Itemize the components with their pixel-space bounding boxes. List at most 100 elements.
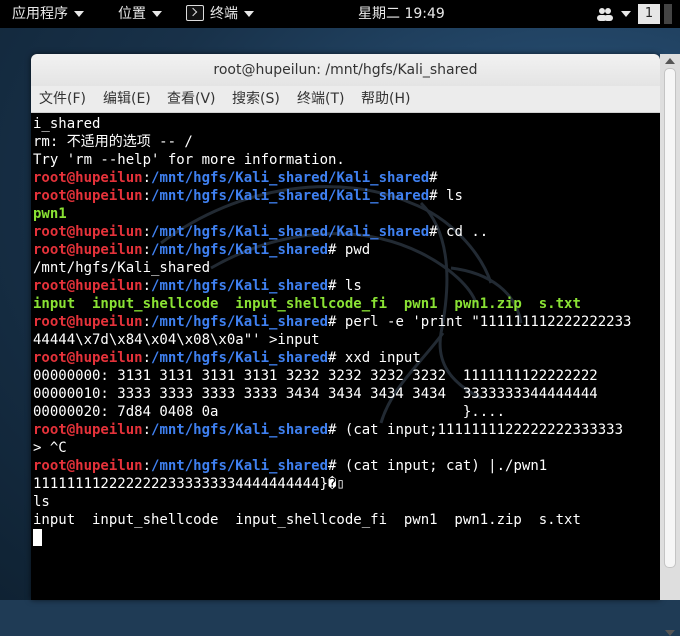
terminal-text: Try 'rm --help' for more information. [33, 152, 345, 168]
chevron-down-icon [74, 11, 84, 17]
applications-menu[interactable]: 应用程序 [12, 0, 84, 28]
chevron-down-icon [244, 11, 254, 17]
terminal-text: : [142, 350, 152, 366]
terminal-text: root@hupeilun [33, 242, 143, 258]
terminal-text: /mnt/hgfs/Kali_shared [151, 458, 329, 474]
terminal-text: 00000000: 3131 3131 3131 3131 3232 3232 … [33, 368, 598, 384]
terminal-text: : [142, 188, 152, 204]
terminal-text: /mnt/hgfs/Kali_shared [151, 422, 329, 438]
terminal-scrollbar[interactable] [660, 54, 680, 636]
terminal-text: root@hupeilun [33, 278, 143, 294]
terminal-line: /mnt/hgfs/Kali_shared [33, 259, 210, 277]
users-icon [597, 8, 613, 21]
terminal-text: 44444\x7d\x84\x04\x08\x0a"' >input [33, 332, 320, 348]
terminal-app-menu[interactable]: 终端 [186, 0, 254, 28]
menu-terminal[interactable]: 终端(T) [297, 86, 344, 112]
scroll-up-icon[interactable] [665, 58, 675, 64]
terminal-line: root@hupeilun:/mnt/hgfs/Kali_shared# per… [33, 313, 631, 331]
terminal-text: # (cat input;1111111122222222333333 [328, 422, 624, 438]
terminal-text: root@hupeilun [33, 350, 143, 366]
terminal-line: root@hupeilun:/mnt/hgfs/Kali_shared# ls [33, 277, 362, 295]
terminal-line: input input_shellcode input_shellcode_fi… [33, 295, 581, 313]
terminal-text: /mnt/hgfs/Kali_shared [151, 350, 329, 366]
terminal-icon [186, 5, 204, 21]
volume-control[interactable] [620, 0, 632, 28]
window-titlebar[interactable]: root@hupeilun: /mnt/hgfs/Kali_shared [31, 54, 660, 86]
menu-search[interactable]: 搜索(S) [232, 86, 280, 112]
terminal-text: pwn1 [33, 206, 67, 222]
terminal-text: /mnt/hgfs/Kali_shared/Kali_shared [151, 224, 430, 240]
clock[interactable]: 星期二 19:49 [358, 0, 445, 28]
terminal-text: # xxd input [328, 350, 421, 366]
terminal-line: input input_shellcode input_shellcode_fi… [33, 511, 581, 529]
terminal-line: root@hupeilun:/mnt/hgfs/Kali_shared/Kali… [33, 169, 438, 187]
top-panel: 应用程序 位置 终端 星期二 19:49 1 [0, 0, 680, 28]
terminal-text: > ^C [33, 440, 67, 456]
terminal-text: : [142, 422, 152, 438]
terminal-text: # cd .. [429, 224, 489, 240]
menu-edit[interactable]: 编辑(E) [103, 86, 151, 112]
terminal-text: : [142, 224, 152, 240]
terminal-text: root@hupeilun [33, 314, 143, 330]
applications-label: 应用程序 [12, 6, 68, 22]
terminal-line: pwn1 [33, 205, 67, 223]
terminal-text: : [142, 278, 152, 294]
menu-help[interactable]: 帮助(H) [361, 86, 410, 112]
terminal-text: ls [33, 494, 50, 510]
terminal-text: # [429, 170, 438, 186]
terminal-text: rm: 不适用的选项 -- / [33, 134, 193, 150]
terminal-text: 1111111122222222333333334444444444}�▯ [33, 476, 345, 492]
terminal-text: : [142, 170, 152, 186]
terminal-text: root@hupeilun [33, 224, 143, 240]
terminal-text: /mnt/hgfs/Kali_shared [151, 314, 329, 330]
terminal-text: # ls [429, 188, 463, 204]
terminal-line: root@hupeilun:/mnt/hgfs/Kali_shared# (ca… [33, 421, 623, 439]
terminal-text: # perl -e 'print "111111112222222233 [328, 314, 632, 330]
terminal-text: : [142, 314, 152, 330]
chevron-down-icon [152, 11, 162, 17]
terminal-text: root@hupeilun [33, 458, 143, 474]
chevron-down-icon [621, 11, 631, 17]
terminal-text: : [142, 458, 152, 474]
terminal-line: root@hupeilun:/mnt/hgfs/Kali_shared# xxd… [33, 349, 421, 367]
terminal-text: /mnt/hgfs/Kali_shared [151, 278, 329, 294]
terminal-text: root@hupeilun [33, 188, 143, 204]
menu-view[interactable]: 查看(V) [167, 86, 216, 112]
terminal-text: input input_shellcode input_shellcode_fi… [33, 296, 581, 312]
terminal-text: root@hupeilun [33, 170, 143, 186]
terminal-line: 44444\x7d\x84\x04\x08\x0a"' >input [33, 331, 320, 349]
terminal-text: 00000010: 3333 3333 3333 3333 3434 3434 … [33, 386, 598, 402]
terminal-line: root@hupeilun:/mnt/hgfs/Kali_shared/Kali… [33, 223, 488, 241]
terminal-line: rm: 不适用的选项 -- / [33, 133, 193, 151]
menu-bar: 文件(F) 编辑(E) 查看(V) 搜索(S) 终端(T) 帮助(H) [31, 86, 660, 113]
workspace-indicator[interactable]: 1 [638, 4, 660, 24]
terminal-line: i_shared [33, 115, 100, 133]
terminal-text: i_shared [33, 116, 101, 132]
terminal-text: /mnt/hgfs/Kali_shared [151, 242, 329, 258]
scroll-down-icon[interactable] [665, 630, 675, 636]
terminal-text: input input_shellcode input_shellcode_fi… [33, 512, 581, 528]
places-label: 位置 [118, 6, 146, 22]
window-title: root@hupeilun: /mnt/hgfs/Kali_shared [213, 62, 478, 78]
system-tray[interactable] [596, 0, 614, 28]
terminal-line: 00000010: 3333 3333 3333 3333 3434 3434 … [33, 385, 598, 403]
terminal-text: root@hupeilun [33, 422, 143, 438]
menu-file[interactable]: 文件(F) [39, 86, 86, 112]
terminal-text: /mnt/hgfs/Kali_shared/Kali_shared [151, 188, 430, 204]
panel-edge [664, 4, 672, 24]
terminal-text: # pwd [328, 242, 371, 258]
terminal-output[interactable]: i_shared rm: 不适用的选项 -- / Try 'rm --help' f… [31, 113, 660, 600]
terminal-line: Try 'rm --help' for more information. [33, 151, 345, 169]
terminal-text: # (cat input; cat) |./pwn1 [328, 458, 548, 474]
terminal-text: 00000020: 7d84 0408 0a }.... [33, 404, 506, 420]
terminal-text: /mnt/hgfs/Kali_shared [33, 260, 211, 276]
terminal-text: : [142, 242, 152, 258]
text-cursor [33, 529, 42, 546]
scrollbar-thumb[interactable] [664, 68, 676, 568]
terminal-line: ls [33, 493, 50, 511]
terminal-text: /mnt/hgfs/Kali_shared/Kali_shared [151, 170, 430, 186]
terminal-line: > ^C [33, 439, 67, 457]
terminal-app-label: 终端 [210, 6, 238, 22]
terminal-text: # ls [328, 278, 362, 294]
places-menu[interactable]: 位置 [118, 0, 162, 28]
